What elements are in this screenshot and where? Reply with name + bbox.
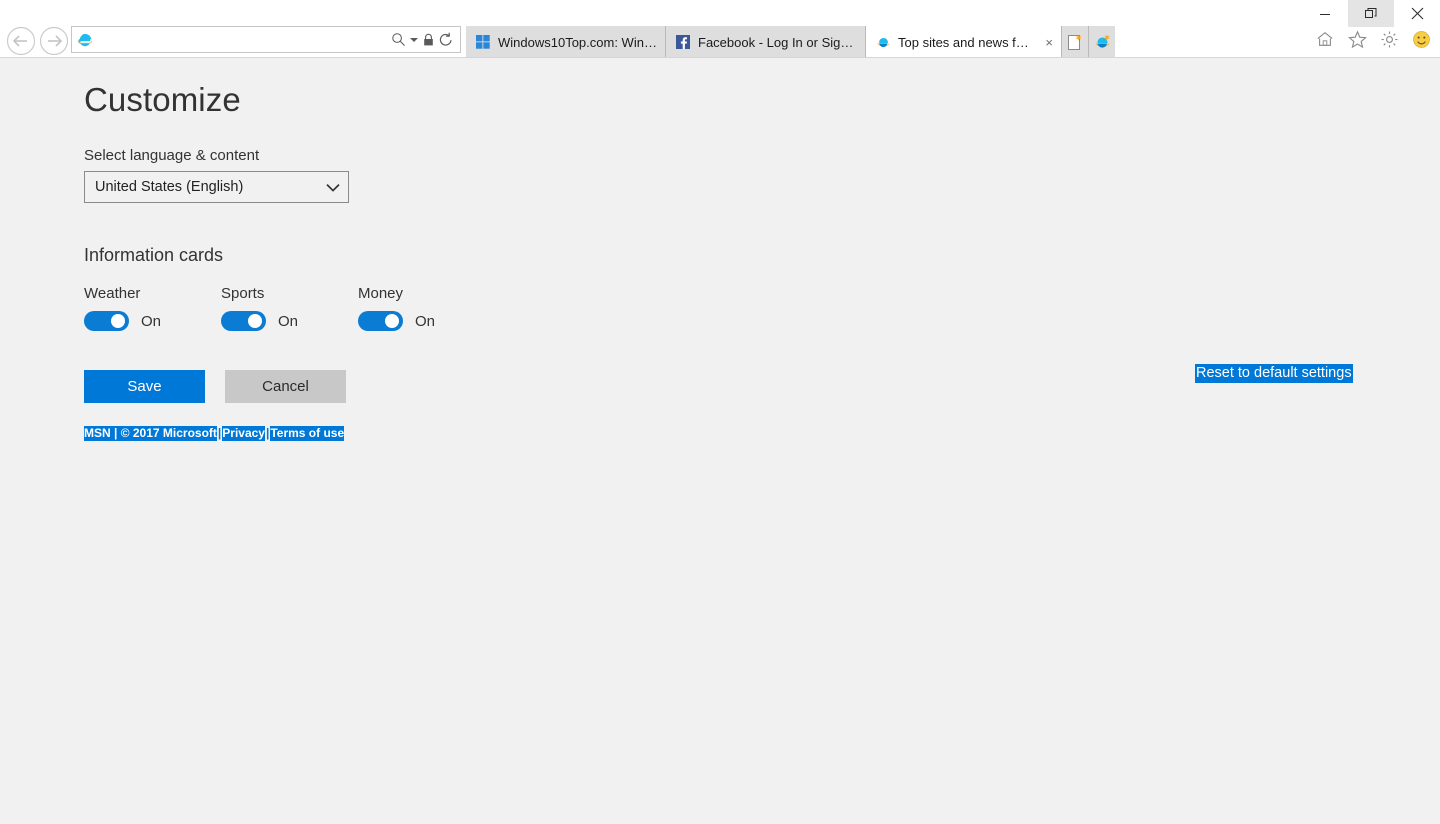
toggle-state-label: On	[141, 312, 162, 330]
settings-gear-icon	[1381, 31, 1397, 47]
reset-to-default-settings-link[interactable]: Reset to default settings	[1195, 364, 1353, 383]
footer-links: MSN | © 2017 Microsoft | Privacy | Terms…	[84, 426, 1440, 441]
language-select-wrapper: United States (English)	[84, 171, 349, 204]
cancel-button[interactable]: Cancel	[225, 370, 346, 404]
forward-arrow-icon	[39, 26, 68, 55]
language-select[interactable]: United States (English)	[84, 171, 349, 204]
card-money: Money On	[358, 285, 495, 332]
tab-title: Windows10Top.com: Windows...	[498, 34, 657, 50]
toggle-knob	[385, 314, 399, 329]
new-edge-tab-button[interactable]	[1089, 26, 1115, 58]
internet-explorer-icon	[72, 31, 98, 49]
search-dropdown-caret-icon[interactable]	[410, 36, 418, 44]
settings-button[interactable]	[1378, 28, 1400, 50]
address-bar[interactable]	[71, 26, 461, 53]
facebook-icon	[675, 34, 691, 50]
weather-toggle[interactable]	[84, 311, 129, 332]
card-label: Money	[358, 285, 404, 303]
favorites-button[interactable]	[1346, 28, 1368, 50]
tab-facebook[interactable]: Facebook - Log In or Sign Up	[666, 26, 866, 58]
information-cards-title: Information cards	[84, 245, 224, 266]
card-weather: Weather On	[84, 285, 221, 332]
money-toggle[interactable]	[358, 311, 403, 332]
minimize-icon	[1320, 13, 1330, 15]
tab-close-button[interactable]: ×	[1045, 36, 1053, 49]
terms-of-use-link[interactable]: Terms of use	[270, 426, 345, 441]
home-icon	[1317, 32, 1333, 46]
lock-icon[interactable]	[422, 33, 435, 47]
card-label: Sports	[221, 285, 265, 303]
browser-toolbar-icons	[1314, 28, 1432, 50]
favorites-star-icon	[1347, 29, 1367, 48]
feedback-smiley-icon	[1412, 30, 1430, 48]
internet-explorer-icon	[875, 34, 891, 50]
new-tab-button[interactable]	[1062, 26, 1089, 58]
sports-toggle[interactable]	[221, 311, 266, 332]
close-button[interactable]	[1394, 0, 1440, 27]
browser-chrome: Windows10Top.com: Windows... Facebook - …	[0, 0, 1440, 58]
search-icon[interactable]	[391, 32, 406, 47]
toggle-state-label: On	[415, 312, 436, 330]
navigation-buttons	[5, 25, 69, 56]
restore-icon	[1365, 7, 1377, 18]
toggle-knob	[111, 314, 125, 329]
toggle-knob	[248, 314, 262, 329]
page-title: Customize	[84, 81, 241, 118]
card-toggle-row: On	[221, 311, 358, 332]
card-toggle-row: On	[358, 311, 495, 332]
tab-strip: Windows10Top.com: Windows... Facebook - …	[466, 26, 1115, 58]
forward-button[interactable]	[38, 25, 69, 56]
customize-panel: Customize Select language & content Unit…	[0, 58, 1440, 441]
edge-new-tab-icon	[1095, 33, 1110, 48]
information-cards-row: Weather On Sports On Money On	[84, 285, 1440, 332]
card-label: Weather	[84, 285, 141, 303]
close-icon	[1411, 7, 1423, 20]
tab-title: Facebook - Log In or Sign Up	[698, 34, 857, 50]
language-label: Select language & content	[84, 147, 260, 165]
back-button[interactable]	[5, 25, 36, 56]
tab-title: Top sites and news feed tab	[898, 34, 1036, 50]
page-content: Customize Select language & content Unit…	[0, 58, 1440, 824]
new-tab-icon	[1067, 34, 1081, 50]
feedback-button[interactable]	[1410, 28, 1432, 50]
browser-window: Windows10Top.com: Windows... Facebook - …	[0, 0, 1440, 824]
toggle-state-label: On	[278, 312, 299, 330]
privacy-link[interactable]: Privacy	[222, 426, 265, 441]
address-bar-icons	[391, 32, 460, 47]
window-controls	[1302, 0, 1440, 27]
windows-logo-icon	[475, 34, 491, 50]
home-button[interactable]	[1314, 28, 1336, 50]
back-arrow-icon	[6, 26, 35, 55]
tab-windows10top[interactable]: Windows10Top.com: Windows...	[466, 26, 666, 58]
save-button[interactable]: Save	[84, 370, 205, 404]
url-input[interactable]	[98, 28, 391, 51]
card-sports: Sports On	[221, 285, 358, 332]
tab-top-sites-and-news-feed[interactable]: Top sites and news feed tab ×	[866, 26, 1062, 58]
msn-copyright-link[interactable]: MSN | © 2017 Microsoft	[84, 426, 217, 441]
minimize-button[interactable]	[1302, 0, 1348, 27]
refresh-icon[interactable]	[439, 32, 453, 47]
card-toggle-row: On	[84, 311, 221, 332]
restore-button[interactable]	[1348, 0, 1394, 27]
